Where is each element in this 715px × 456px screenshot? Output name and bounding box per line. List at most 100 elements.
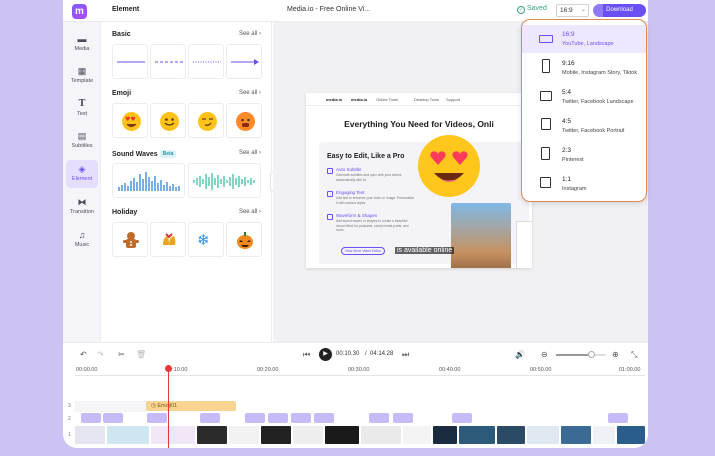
see-all-emoji-link[interactable]: See all › <box>239 90 261 96</box>
text-clip[interactable] <box>147 413 167 423</box>
text-clip[interactable] <box>103 413 123 423</box>
holiday-pumpkin[interactable] <box>226 222 262 257</box>
split-scissors-icon[interactable]: ✂ <box>118 350 125 359</box>
zoom-slider[interactable] <box>556 351 606 358</box>
holiday-bells[interactable] <box>150 222 186 257</box>
gingerbread-icon <box>121 231 141 257</box>
canvas-heart-eyes-emoji[interactable] <box>418 135 480 197</box>
video-clip[interactable] <box>433 426 457 444</box>
app-logo[interactable]: m <box>72 4 87 19</box>
video-clip[interactable] <box>325 426 359 444</box>
video-clip[interactable] <box>75 426 105 444</box>
see-all-holiday-link[interactable]: See all › <box>239 209 261 215</box>
skip-forward-icon[interactable]: ⏭ <box>402 350 409 360</box>
sidebar-item-label: Media <box>74 46 90 52</box>
emoji-smirk[interactable] <box>188 103 224 138</box>
zoom-slider-handle[interactable] <box>587 351 595 358</box>
ratio-option-2-3[interactable]: 2:3 Pinterest <box>522 141 646 169</box>
ratio-option-value: 16:9 <box>562 31 575 38</box>
basic-line-dotted[interactable] <box>188 44 224 79</box>
sidebar-item-label: Music <box>74 242 90 248</box>
sidebar-item-subtitles[interactable]: ▤ Subtitles <box>66 127 98 155</box>
emoji-hot-face[interactable] <box>226 103 262 138</box>
square-ratio-icon <box>540 177 551 188</box>
zoom-in-icon[interactable]: ⊕ <box>612 350 619 359</box>
video-clip[interactable] <box>197 426 227 444</box>
video-clip[interactable] <box>261 426 291 444</box>
video-clip[interactable] <box>459 426 495 444</box>
see-all-sound-waves-link[interactable]: See all › <box>239 150 261 156</box>
playhead-handle[interactable] <box>165 365 172 372</box>
aspect-ratio-value: 16:9 <box>560 7 573 14</box>
emoji-clip[interactable]: ◷ Emoji01 <box>146 401 236 411</box>
sidebar-item-media[interactable]: ▬ Media <box>66 30 98 58</box>
chevron-down-icon: ⌄ <box>580 7 586 13</box>
emoji-heart-eyes[interactable]: ♥♥ <box>112 103 148 138</box>
smile-emoji-icon <box>160 112 179 131</box>
delete-icon[interactable]: 🗑 <box>136 350 146 359</box>
ratio-option-4-5[interactable]: 4:5 Twitter, Facebook Portrait <box>522 112 646 140</box>
text-clip[interactable] <box>81 413 101 423</box>
play-button[interactable]: ▶ <box>319 348 332 361</box>
video-clip[interactable] <box>527 426 559 444</box>
fit-timeline-icon[interactable]: ⤡ <box>631 350 637 360</box>
video-clip[interactable] <box>107 426 149 444</box>
video-clip[interactable] <box>593 426 615 444</box>
line-solid-icon <box>117 61 145 63</box>
ratio-option-9-16[interactable]: 9:16 Mobile, Instagram Story, Tiktok <box>522 54 646 82</box>
sidebar-item-music[interactable]: ♫ Music <box>66 226 98 254</box>
zoom-out-icon[interactable]: ⊖ <box>541 350 548 359</box>
basic-line-arrow[interactable] <box>226 44 262 79</box>
ratio-option-1-1[interactable]: 1:1 Instagram <box>522 170 646 198</box>
playhead[interactable] <box>168 365 169 448</box>
text-clip[interactable] <box>200 413 220 423</box>
text-clip[interactable] <box>245 413 265 423</box>
text-clip[interactable] <box>268 413 288 423</box>
video-clip[interactable] <box>403 426 431 444</box>
text-clip[interactable] <box>369 413 389 423</box>
sidebar-item-template[interactable]: ▦ Template <box>66 62 98 90</box>
video-clip[interactable] <box>497 426 525 444</box>
preview-nav-link: Desktop Tools <box>414 97 440 102</box>
text-clip[interactable] <box>608 413 628 423</box>
saved-label: Saved <box>527 5 547 12</box>
basic-line-dashed[interactable] <box>150 44 186 79</box>
sound-wave-teal[interactable] <box>188 163 261 198</box>
redo-icon[interactable]: ↷ <box>97 350 104 359</box>
holiday-snowflake[interactable]: ❄ <box>188 222 224 257</box>
holiday-gingerbread[interactable] <box>112 222 148 257</box>
see-all-basic-link[interactable]: See all › <box>239 31 261 37</box>
basic-line-solid[interactable] <box>112 44 148 79</box>
text-clip[interactable] <box>291 413 311 423</box>
video-clip[interactable] <box>361 426 401 444</box>
preview-nav: media.io media.io Online Tools Desktop T… <box>306 93 532 106</box>
sidebar-item-text[interactable]: T Text <box>66 95 98 123</box>
ratio-option-16-9[interactable]: 16:9 YouTube, Landscape <box>522 25 646 53</box>
aspect-ratio-select[interactable]: 16:9 ⌄ <box>556 4 589 17</box>
volume-icon[interactable]: 🔊 <box>515 350 525 359</box>
text-clip[interactable] <box>314 413 334 423</box>
skip-back-icon[interactable]: ⏮ <box>303 350 310 360</box>
svg-text:♥♥: ♥♥ <box>125 116 136 123</box>
download-button[interactable]: Download <box>593 4 646 17</box>
document-title[interactable]: Media.io - Free Online Vi... <box>287 6 370 13</box>
video-clip[interactable] <box>229 426 259 444</box>
sound-wave-blue[interactable] <box>112 163 185 198</box>
download-dropdown-toggle[interactable] <box>593 4 603 17</box>
text-icon: T <box>78 99 86 109</box>
undo-icon[interactable]: ↶ <box>80 350 87 359</box>
time-separator: / <box>365 351 367 357</box>
preview-nav-product: media.io <box>351 97 368 102</box>
text-clip[interactable] <box>452 413 472 423</box>
ratio-option-5-4[interactable]: 5:4 Twitter, Facebook Landscape <box>522 83 646 111</box>
video-clip[interactable] <box>617 426 645 444</box>
video-clip[interactable] <box>293 426 323 444</box>
text-clip[interactable] <box>393 413 413 423</box>
subtitles-icon: ▤ <box>77 131 87 141</box>
video-clip[interactable] <box>561 426 591 444</box>
video-clip[interactable] <box>151 426 195 444</box>
arrow-line-icon <box>231 59 259 65</box>
sidebar-item-transition[interactable]: ⧓ Transition <box>66 193 98 221</box>
emoji-smile[interactable] <box>150 103 186 138</box>
sidebar-item-element[interactable]: ◈ Element <box>66 160 98 188</box>
